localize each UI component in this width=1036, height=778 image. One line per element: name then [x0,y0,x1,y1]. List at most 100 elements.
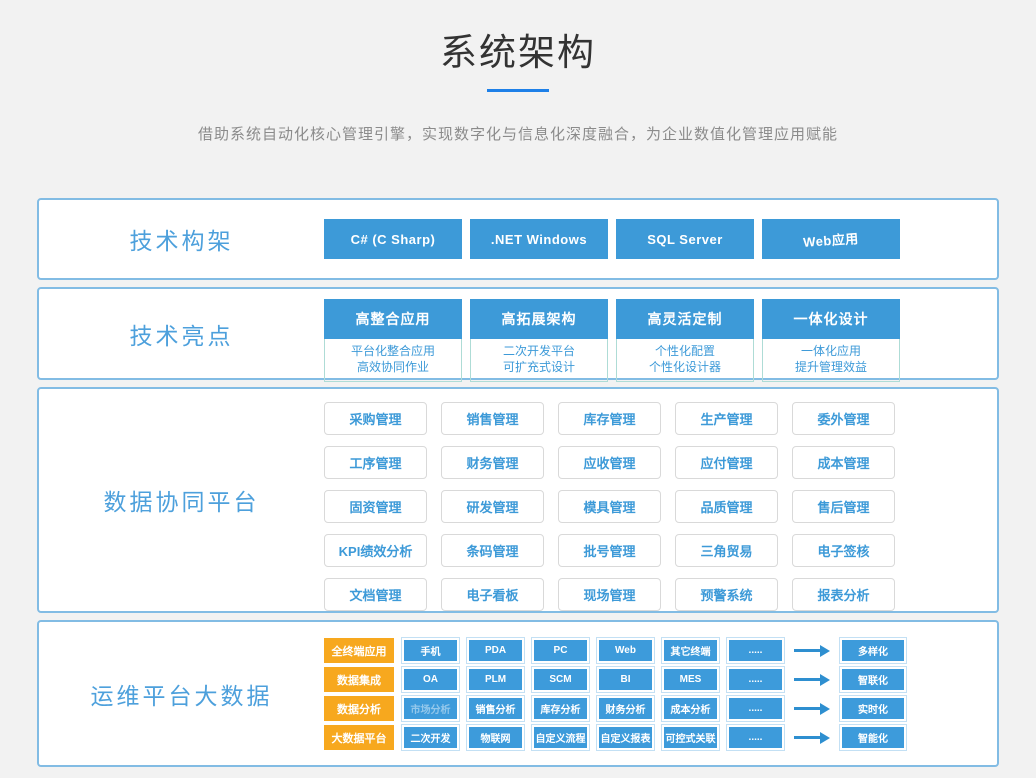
highlight-card-body: 一体化应用 提升管理效益 [762,339,900,382]
ops-node: Web [597,638,654,663]
ops-node: PLM [467,667,524,692]
highlight-card: 高整合应用 平台化整合应用 高效协同作业 [324,299,462,382]
module-item: 生产管理 [675,402,778,435]
highlight-card-body: 平台化整合应用 高效协同作业 [324,339,462,382]
ops-result-badge: 智能化 [840,725,906,750]
module-item: 电子签核 [792,534,895,567]
ops-category-badge: 数据集成 [324,667,394,692]
module-item: 工序管理 [324,446,427,479]
module-item: 报表分析 [792,578,895,611]
ops-node: 库存分析 [532,696,589,721]
ops-row-integration: 数据集成 OA PLM SCM BI MES ..... 智联化 [324,667,906,692]
panel-highlights: 技术亮点 高整合应用 平台化整合应用 高效协同作业 高拓展架构 二次开发平台 可… [37,287,999,380]
highlight-card: 高灵活定制 个性化配置 个性化设计器 [616,299,754,382]
module-item: 售后管理 [792,490,895,523]
ops-result-badge: 多样化 [840,638,906,663]
ops-rows: 全终端应用 手机 PDA PC Web 其它终端 ..... 多样化 数据集成 … [324,622,906,765]
arrow-right-icon [794,730,830,746]
ops-result-badge: 智联化 [840,667,906,692]
ops-node: OA [402,667,459,692]
module-item: KPI绩效分析 [324,534,427,567]
panel-ops-platform-label: 运维平台大数据 [39,622,324,765]
tech-item-web-label: Web应用 [803,228,860,251]
module-item: 文档管理 [324,578,427,611]
highlight-card-line: 个性化设计器 [617,359,753,375]
highlight-card-line: 高效协同作业 [325,359,461,375]
ops-row-terminals: 全终端应用 手机 PDA PC Web 其它终端 ..... 多样化 [324,638,906,663]
ops-node: BI [597,667,654,692]
module-item: 销售管理 [441,402,544,435]
module-item: 批号管理 [558,534,661,567]
module-item: 电子看板 [441,578,544,611]
panel-data-platform-label: 数据协同平台 [39,389,324,611]
ops-node: 销售分析 [467,696,524,721]
tech-item-dotnet-label: .NET Windows [491,232,587,247]
ops-node-ellipsis: ..... [727,638,784,663]
architecture-panels: 技术构架 C# (C Sharp) .NET Windows SQL Serve… [37,198,999,767]
module-item: 条码管理 [441,534,544,567]
panel-tech-stack: 技术构架 C# (C Sharp) .NET Windows SQL Serve… [37,198,999,280]
highlight-cards: 高整合应用 平台化整合应用 高效协同作业 高拓展架构 二次开发平台 可扩充式设计… [324,289,900,378]
title-underline-divider [487,89,549,92]
module-item: 品质管理 [675,490,778,523]
ops-node-ellipsis: ..... [727,725,784,750]
highlight-card: 高拓展架构 二次开发平台 可扩充式设计 [470,299,608,382]
ops-node: MES [662,667,719,692]
module-grid: 采购管理 销售管理 库存管理 生产管理 委外管理 工序管理 财务管理 应收管理 … [324,389,895,611]
ops-category-badge: 大数据平台 [324,725,394,750]
tech-stack-items: C# (C Sharp) .NET Windows SQL Server Web… [324,200,900,278]
ops-category-badge: 全终端应用 [324,638,394,663]
ops-result-badge: 实时化 [840,696,906,721]
tech-item-sqlserver-label: SQL Server [647,232,723,247]
highlight-card-line: 个性化配置 [617,343,753,359]
ops-node: PDA [467,638,524,663]
arrow-right-icon [794,643,830,659]
highlight-card-line: 一体化应用 [763,343,899,359]
highlight-card-line: 提升管理效益 [763,359,899,375]
tech-item-dotnet: .NET Windows [470,219,608,259]
arrow-right-icon [794,672,830,688]
ops-category-badge: 数据分析 [324,696,394,721]
ops-node: 财务分析 [597,696,654,721]
ops-node: 自定义报表 [597,725,654,750]
module-item: 委外管理 [792,402,895,435]
module-item: 应收管理 [558,446,661,479]
module-item: 成本管理 [792,446,895,479]
ops-node: 手机 [402,638,459,663]
ops-row-bigdata: 大数据平台 二次开发 物联网 自定义流程 自定义报表 可控式关联 ..... 智… [324,725,906,750]
highlight-card-body: 二次开发平台 可扩充式设计 [470,339,608,382]
panel-ops-platform: 运维平台大数据 全终端应用 手机 PDA PC Web 其它终端 ..... 多… [37,620,999,767]
page-subtitle: 借助系统自动化核心管理引擎，实现数字化与信息化深度融合，为企业数值化管理应用赋能 [0,123,1036,144]
module-item: 应付管理 [675,446,778,479]
ops-node: SCM [532,667,589,692]
module-item: 财务管理 [441,446,544,479]
highlight-card-title: 高整合应用 [324,299,462,339]
module-item: 三角贸易 [675,534,778,567]
highlight-card: 一体化设计 一体化应用 提升管理效益 [762,299,900,382]
tech-item-web: Web应用 [762,219,900,259]
highlight-card-title: 高拓展架构 [470,299,608,339]
ops-node: 市场分析 [402,696,459,721]
ops-node: 可控式关联 [662,725,719,750]
highlight-card-line: 平台化整合应用 [325,343,461,359]
tech-item-csharp-label: C# (C Sharp) [351,232,436,247]
module-item: 固资管理 [324,490,427,523]
highlight-card-line: 可扩充式设计 [471,359,607,375]
ops-node: 成本分析 [662,696,719,721]
ops-node: 二次开发 [402,725,459,750]
ops-node: 自定义流程 [532,725,589,750]
panel-data-platform: 数据协同平台 采购管理 销售管理 库存管理 生产管理 委外管理 工序管理 财务管… [37,387,999,613]
arrow-right-icon [794,701,830,717]
module-item: 库存管理 [558,402,661,435]
tech-item-csharp: C# (C Sharp) [324,219,462,259]
module-item: 现场管理 [558,578,661,611]
module-item: 预警系统 [675,578,778,611]
panel-highlights-label: 技术亮点 [39,289,324,378]
ops-node: 其它终端 [662,638,719,663]
ops-node-ellipsis: ..... [727,667,784,692]
highlight-card-body: 个性化配置 个性化设计器 [616,339,754,382]
panel-tech-stack-label: 技术构架 [39,200,324,278]
highlight-card-title: 高灵活定制 [616,299,754,339]
highlight-card-title: 一体化设计 [762,299,900,339]
module-item: 模具管理 [558,490,661,523]
